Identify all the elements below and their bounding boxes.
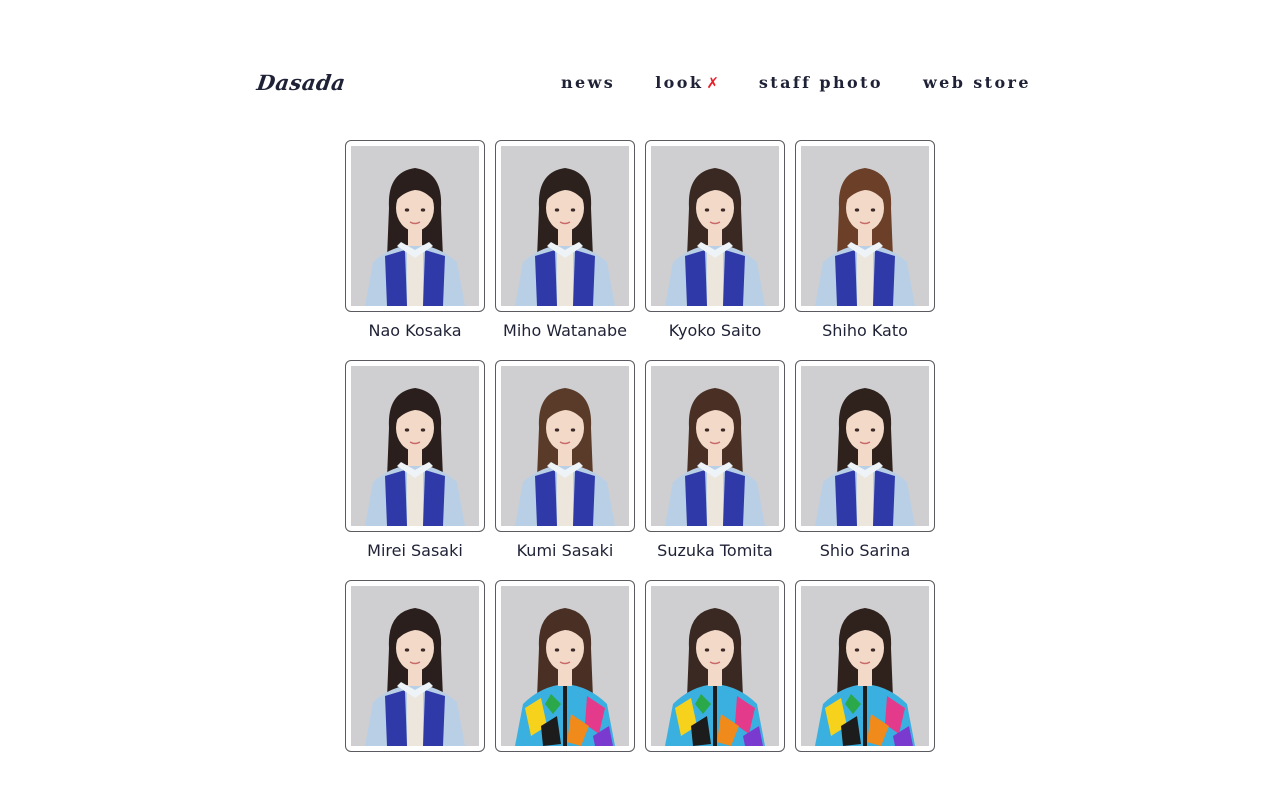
member-card[interactable] bbox=[495, 580, 635, 790]
member-name bbox=[495, 752, 635, 790]
member-photo-frame[interactable] bbox=[495, 580, 635, 752]
member-name bbox=[645, 752, 785, 790]
member-photo bbox=[651, 146, 779, 306]
member-photo bbox=[801, 366, 929, 526]
member-name: Mirei Sasaki bbox=[367, 541, 463, 560]
member-card[interactable]: Nao Kosaka bbox=[345, 140, 485, 350]
member-photo-frame[interactable] bbox=[645, 580, 785, 752]
member-card[interactable]: Miho Watanabe bbox=[495, 140, 635, 350]
member-card[interactable]: Suzuka Tomita bbox=[645, 360, 785, 570]
look-mark-icon: ✗ bbox=[706, 73, 719, 92]
member-photo bbox=[351, 586, 479, 746]
member-grid: Nao Kosaka Miho Watanabe Kyoko Saito Shiho … bbox=[345, 140, 935, 790]
member-photo bbox=[501, 586, 629, 746]
nav-staff-photo[interactable]: staff photo bbox=[759, 73, 883, 92]
member-name: Shiho Kato bbox=[822, 321, 908, 340]
main-nav: news look ✗ staff photo web store bbox=[561, 73, 1031, 92]
member-photo bbox=[351, 366, 479, 526]
member-photo-frame[interactable] bbox=[345, 580, 485, 752]
member-photo-frame[interactable] bbox=[645, 140, 785, 312]
member-photo bbox=[501, 146, 629, 306]
nav-web-store[interactable]: web store bbox=[923, 73, 1031, 92]
member-photo-frame[interactable] bbox=[795, 360, 935, 532]
member-photo bbox=[801, 586, 929, 746]
member-card[interactable]: Mirei Sasaki bbox=[345, 360, 485, 570]
member-photo-frame[interactable] bbox=[345, 360, 485, 532]
member-card[interactable]: Kumi Sasaki bbox=[495, 360, 635, 570]
nav-news[interactable]: news bbox=[561, 73, 615, 92]
member-name: Suzuka Tomita bbox=[657, 541, 773, 560]
member-photo-frame[interactable] bbox=[495, 140, 635, 312]
member-photo bbox=[501, 366, 629, 526]
member-name: Shio Sarina bbox=[819, 541, 911, 560]
member-photo bbox=[651, 586, 779, 746]
member-photo bbox=[351, 146, 479, 306]
member-name bbox=[345, 752, 485, 790]
member-card[interactable]: Kyoko Saito bbox=[645, 140, 785, 350]
member-photo-frame[interactable] bbox=[795, 580, 935, 752]
member-card[interactable] bbox=[345, 580, 485, 790]
member-photo-frame[interactable] bbox=[645, 360, 785, 532]
member-card[interactable] bbox=[795, 580, 935, 790]
member-photo-frame[interactable] bbox=[795, 140, 935, 312]
member-photo bbox=[801, 146, 929, 306]
member-card[interactable]: Shiho Kato bbox=[795, 140, 935, 350]
nav-look-label: look bbox=[655, 73, 704, 92]
member-name bbox=[795, 752, 935, 790]
member-card[interactable] bbox=[645, 580, 785, 790]
site-logo[interactable]: Dasada bbox=[255, 70, 347, 95]
member-card[interactable]: Shio Sarina bbox=[795, 360, 935, 570]
member-photo-frame[interactable] bbox=[495, 360, 635, 532]
member-photo-frame[interactable] bbox=[345, 140, 485, 312]
nav-look[interactable]: look ✗ bbox=[655, 73, 719, 92]
member-photo bbox=[651, 366, 779, 526]
member-name: Miho Watanabe bbox=[503, 321, 627, 340]
site-header: Dasada news look ✗ staff photo web store bbox=[0, 0, 1280, 130]
member-name: Kyoko Saito bbox=[668, 321, 762, 340]
member-name: Kumi Sasaki bbox=[516, 541, 614, 560]
member-name: Nao Kosaka bbox=[368, 321, 462, 340]
